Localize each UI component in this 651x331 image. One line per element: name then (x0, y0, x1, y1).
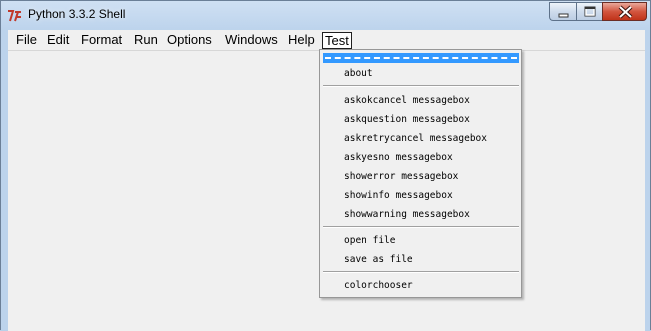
menu-run[interactable]: Run (134, 31, 158, 49)
menu-file[interactable]: File (16, 31, 37, 49)
maximize-icon (584, 6, 596, 17)
minimize-button[interactable] (549, 2, 576, 21)
menu-format[interactable]: Format (81, 31, 122, 49)
menu-help[interactable]: Help (288, 31, 315, 49)
menu-item-about[interactable]: about (344, 66, 373, 82)
tearoff-bar[interactable] (323, 53, 519, 63)
test-menu-dropdown: about askokcancel messagebox askquestion… (319, 49, 522, 298)
menu-item-open-file[interactable]: open file (344, 233, 395, 249)
menu-separator (323, 226, 519, 228)
menu-item-showerror[interactable]: showerror messagebox (344, 169, 458, 185)
window-title: Python 3.3.2 Shell (28, 7, 126, 21)
menu-bar: File Edit Format Run Options Windows Hel… (8, 30, 645, 51)
close-icon (618, 5, 633, 19)
tearoff-dashes (325, 57, 517, 59)
menu-item-askretrycancel[interactable]: askretrycancel messagebox (344, 131, 487, 147)
menu-options[interactable]: Options (167, 31, 212, 49)
menu-item-askquestion[interactable]: askquestion messagebox (344, 112, 470, 128)
menu-separator (323, 271, 519, 273)
menu-item-save-as-file[interactable]: save as file (344, 252, 413, 268)
menu-item-showwarning[interactable]: showwarning messagebox (344, 207, 470, 223)
menu-edit[interactable]: Edit (47, 31, 69, 49)
menu-test[interactable]: Test (322, 32, 352, 49)
menu-item-askyesno[interactable]: askyesno messagebox (344, 150, 453, 166)
close-button[interactable] (602, 2, 647, 21)
menu-separator (323, 85, 519, 87)
maximize-button[interactable] (576, 2, 602, 21)
python-idle-icon (7, 8, 23, 22)
shell-window: Python 3.3.2 Shell File Edit Format Run … (0, 0, 651, 331)
title-bar[interactable]: Python 3.3.2 Shell (1, 1, 650, 29)
menu-windows[interactable]: Windows (225, 31, 278, 49)
menu-item-askokcancel[interactable]: askokcancel messagebox (344, 93, 470, 109)
menu-item-colorchooser[interactable]: colorchooser (344, 278, 413, 294)
minimize-icon (558, 13, 569, 18)
menu-item-showinfo[interactable]: showinfo messagebox (344, 188, 453, 204)
